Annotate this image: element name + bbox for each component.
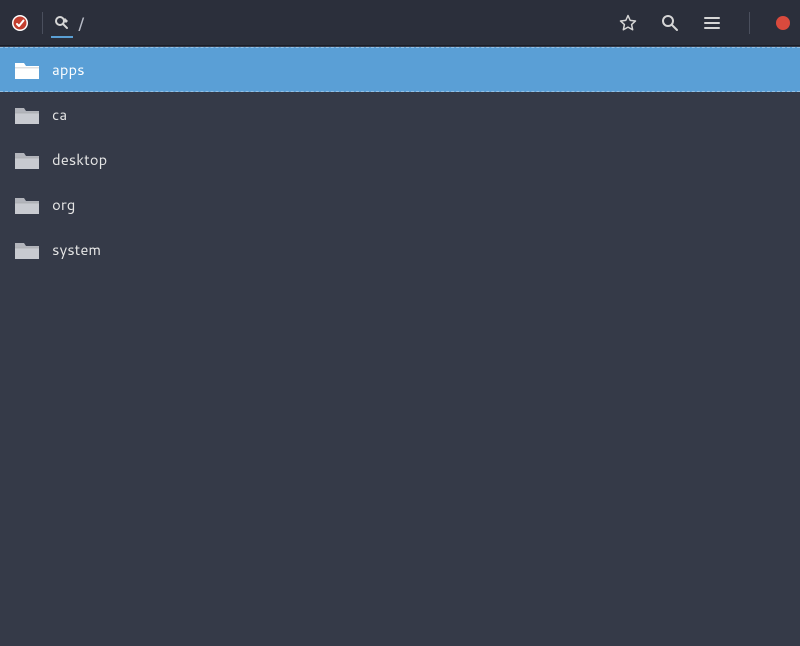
folder-row-ca[interactable]: ca (0, 92, 800, 137)
breadcrumb-path[interactable]: / (78, 10, 84, 36)
folder-row-system[interactable]: system (0, 227, 800, 272)
folder-icon (14, 239, 40, 261)
header-right (617, 12, 790, 34)
dconf-editor-icon[interactable] (10, 13, 30, 33)
breadcrumb-section: / (49, 8, 86, 38)
search-icon[interactable] (659, 12, 681, 34)
folder-row-org[interactable]: org (0, 182, 800, 227)
folder-label: org (52, 194, 75, 215)
header-bar: / (0, 0, 800, 46)
folder-label: desktop (52, 149, 107, 170)
folder-icon (14, 104, 40, 126)
folder-icon (14, 194, 40, 216)
folder-label: apps (52, 59, 85, 80)
header-divider (42, 12, 43, 34)
folder-icon (14, 59, 40, 81)
folder-icon (14, 149, 40, 171)
folder-label: ca (52, 104, 67, 125)
folder-row-desktop[interactable]: desktop (0, 137, 800, 182)
hamburger-icon[interactable] (701, 12, 723, 34)
folder-label: system (52, 239, 101, 260)
search-edit-icon[interactable] (51, 16, 73, 38)
header-left: / (10, 8, 86, 38)
star-icon[interactable] (617, 12, 639, 34)
header-divider-right (749, 12, 750, 34)
folder-list: apps ca desktop org system (0, 46, 800, 272)
folder-row-apps[interactable]: apps (0, 47, 800, 92)
close-icon[interactable] (776, 16, 790, 30)
